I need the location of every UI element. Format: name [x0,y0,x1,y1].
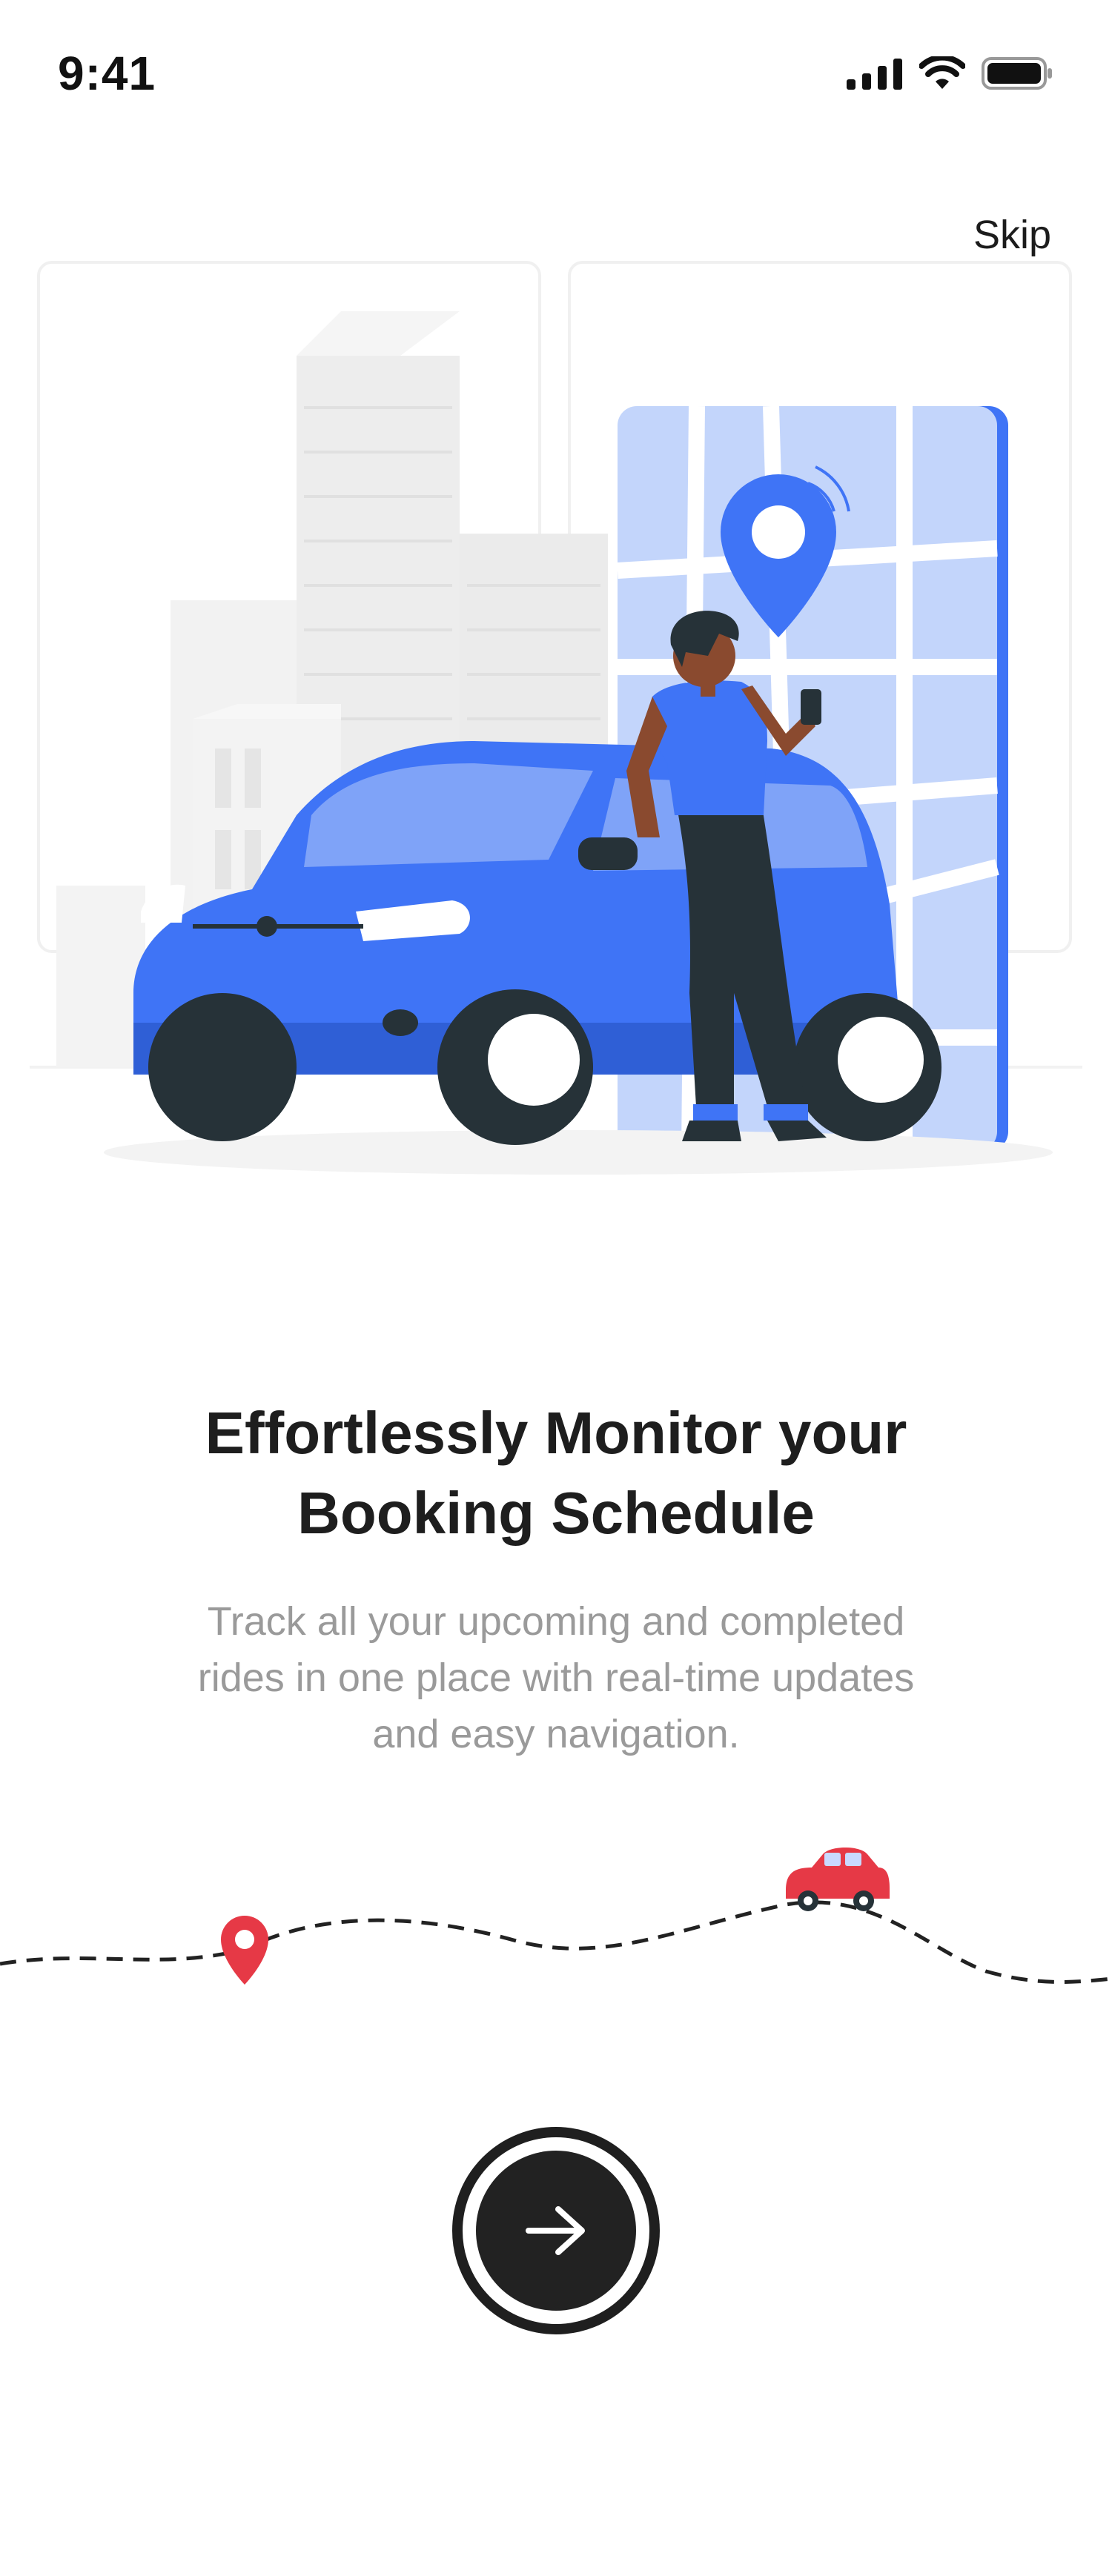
arrow-right-icon [526,2206,585,2255]
skip-button[interactable]: Skip [973,212,1051,258]
hero-illustration [30,261,1082,1175]
status-time: 9:41 [58,47,156,100]
wifi-icon [919,56,965,89]
route-decoration [0,1848,1112,1985]
title-line-1: Effortlessly Monitor your [205,1400,907,1466]
next-button[interactable] [452,2127,660,2334]
page-title: Effortlessly Monitor your Booking Schedu… [0,1393,1112,1553]
status-bar: 9:41 [0,0,1112,148]
route-path [0,1900,1112,1984]
page-subtitle: Track all your upcoming and completed ri… [197,1599,915,1756]
cellular-signal-icon [847,59,902,90]
location-pin-icon [221,1916,268,1985]
car-icon [786,1848,890,1911]
title-line-2: Booking Schedule [297,1480,815,1546]
battery-icon [982,57,1052,90]
status-icons [847,55,1053,92]
next-button-inner [476,2151,636,2311]
